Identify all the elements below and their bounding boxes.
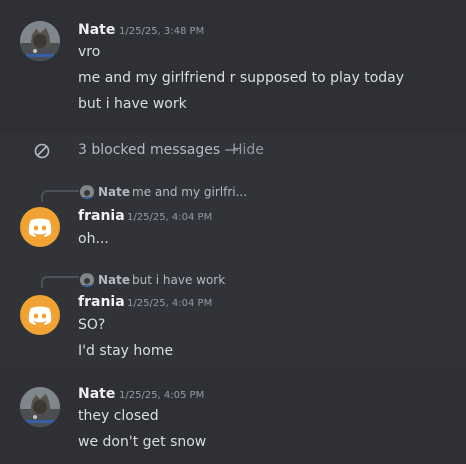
timestamp: 1/25/25, 4:04 PM (127, 212, 213, 223)
blocked-icon (34, 143, 50, 159)
discord-logo-icon (28, 218, 52, 237)
reply-author[interactable]: Nate (98, 185, 130, 199)
reply-connector (41, 276, 79, 288)
author-name[interactable]: Nate (78, 22, 115, 38)
reply-avatar (80, 185, 94, 199)
reply-preview[interactable]: but i have work (132, 273, 225, 287)
message-group-nate-2: Nate 1/25/25, 4:05 PM they closed we don… (0, 368, 466, 464)
message-text: me and my girlfriend r supposed to play … (78, 70, 405, 86)
message-text: they closed (78, 408, 159, 424)
avatar[interactable] (20, 387, 60, 427)
message-text: we don't get snow (78, 434, 207, 450)
author-name[interactable]: frania (78, 208, 125, 224)
message-text: oh... (78, 231, 109, 247)
discord-logo-icon (28, 306, 52, 325)
timestamp: 1/25/25, 4:05 PM (119, 390, 205, 401)
blocked-messages-bar: 3 blocked messages — Hide (0, 134, 466, 168)
timestamp: 1/25/25, 4:04 PM (127, 298, 213, 309)
author-name[interactable]: Nate (78, 386, 115, 402)
message-text: but i have work (78, 96, 187, 112)
avatar[interactable] (20, 295, 60, 335)
message-group-frania-1: Nate me and my girlfri... frania 1/25/25… (0, 180, 466, 258)
timestamp: 1/25/25, 3:48 PM (119, 26, 205, 37)
nate-avatar-image (20, 21, 60, 61)
author-name[interactable]: frania (78, 294, 125, 310)
reply-author[interactable]: Nate (98, 273, 130, 287)
avatar[interactable] (20, 21, 60, 61)
reply-connector (41, 190, 79, 202)
reply-preview[interactable]: me and my girlfri... (132, 185, 247, 199)
message-group-nate-1: Nate 1/25/25, 3:48 PM vro me and my girl… (0, 0, 466, 134)
message-text: SO? (78, 317, 106, 333)
blocked-messages-text: 3 blocked messages — (78, 142, 239, 158)
reply-avatar (80, 273, 94, 287)
message-text: I'd stay home (78, 343, 174, 359)
avatar[interactable] (20, 207, 60, 247)
hide-blocked-button[interactable]: Hide (232, 142, 264, 158)
nate-avatar-image (20, 387, 60, 427)
message-group-frania-2: Nate but i have work frania 1/25/25, 4:0… (0, 266, 466, 366)
message-text: vro (78, 44, 101, 60)
